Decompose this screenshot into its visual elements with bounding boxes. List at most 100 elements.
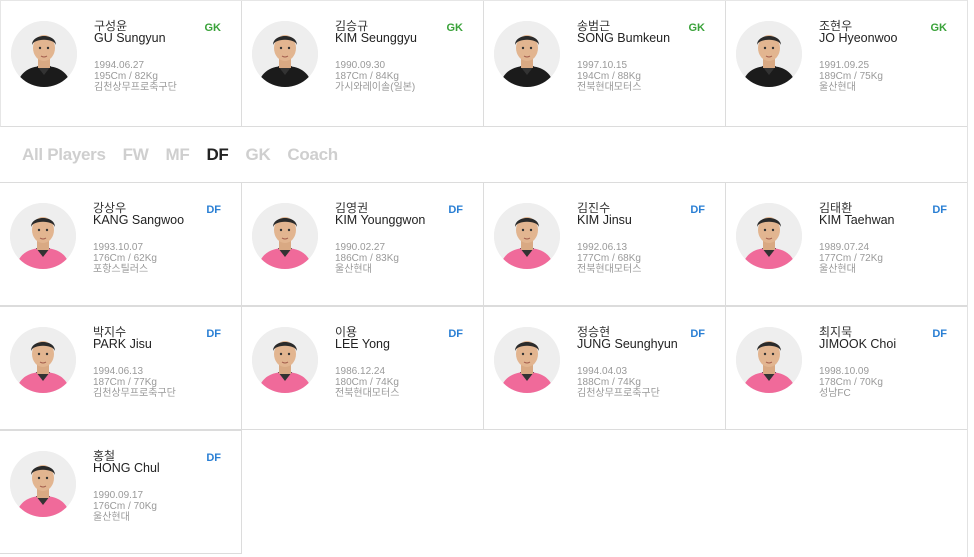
- height-weight: 188Cm / 74Kg: [577, 377, 641, 388]
- position-badge: DF: [690, 204, 705, 216]
- player-portrait-icon: [494, 21, 560, 87]
- position-badge: DF: [932, 204, 947, 216]
- player-info: 1993.10.07 176Cm / 62Kg 포항스틸러스: [93, 242, 157, 275]
- position-badge: DF: [448, 328, 463, 340]
- player-english-name: JO Hyeonwoo: [819, 31, 898, 45]
- player-english-name: KANG Sangwoo: [93, 213, 185, 227]
- player-info: 1990.02.27 186Cm / 83Kg 울산현대: [335, 242, 399, 275]
- height-weight: 177Cm / 72Kg: [819, 253, 883, 264]
- player-info: 1998.10.09 178Cm / 70Kg 성남FC: [819, 366, 883, 399]
- position-badge: DF: [932, 328, 947, 340]
- tab-all-players[interactable]: All Players: [22, 145, 106, 165]
- height-weight: 176Cm / 62Kg: [93, 253, 157, 264]
- player-photo: [252, 203, 318, 269]
- player-info: 1994.06.13 187Cm / 77Kg 김천상무프로축구단: [93, 366, 176, 399]
- player-english-name: JUNG Seunghyun: [577, 337, 678, 351]
- player-info: 1994.06.27 195Cm / 82Kg 김천상무프로축구단: [94, 60, 177, 93]
- player-portrait-icon: [10, 451, 76, 517]
- player-photo: [252, 21, 318, 87]
- player-portrait-icon: [736, 327, 802, 393]
- player-card[interactable]: 김태환 KIM Taehwan DF 1989.07.24 177Cm / 72…: [726, 182, 968, 306]
- club-name: 울산현대: [335, 264, 372, 275]
- position-filter-tabs: All Players FW MF DF GK Coach: [22, 145, 338, 165]
- height-weight: 194Cm / 88Kg: [577, 71, 641, 82]
- player-card[interactable]: 최지묵 JIMOOK Choi DF 1998.10.09 178Cm / 70…: [726, 306, 968, 430]
- player-english-name: SONG Bumkeun: [577, 31, 671, 45]
- player-portrait-icon: [10, 203, 76, 269]
- player-info: 1997.10.15 194Cm / 88Kg 전북현대모터스: [577, 60, 641, 93]
- player-photo: [736, 21, 802, 87]
- player-english-name: KIM Younggwon: [335, 213, 426, 227]
- birth-date: 1989.07.24: [819, 242, 870, 253]
- position-badge: GK: [930, 22, 948, 34]
- player-portrait-icon: [11, 21, 77, 87]
- birth-date: 1991.09.25: [819, 60, 870, 71]
- birth-date: 1997.10.15: [577, 60, 628, 71]
- player-card[interactable]: 김승규 KIM Seunggyu GK 1990.09.30 187Cm / 8…: [242, 1, 484, 127]
- player-info: 1990.09.30 187Cm / 84Kg 가시와레이솔(일본): [335, 60, 415, 93]
- player-english-name: PARK Jisu: [93, 337, 152, 351]
- position-badge: DF: [206, 328, 221, 340]
- club-name: 김천상무프로축구단: [93, 388, 176, 399]
- player-english-name: GU Sungyun: [94, 31, 166, 45]
- height-weight: 180Cm / 74Kg: [335, 377, 399, 388]
- player-portrait-icon: [494, 327, 560, 393]
- birth-date: 1990.09.17: [93, 490, 144, 501]
- tab-fw[interactable]: FW: [123, 145, 149, 165]
- height-weight: 189Cm / 75Kg: [819, 71, 883, 82]
- defender-row-2: 박지수 PARK Jisu DF 1994.06.13 187Cm / 77Kg…: [0, 306, 968, 430]
- tab-mf[interactable]: MF: [166, 145, 190, 165]
- player-card[interactable]: 이용 LEE Yong DF 1986.12.24 180Cm / 74Kg 전…: [242, 306, 484, 430]
- club-name: 포항스틸러스: [93, 264, 149, 275]
- player-info: 1992.06.13 177Cm / 68Kg 전북현대모터스: [577, 242, 641, 275]
- page-edge-divider: [967, 0, 968, 557]
- position-badge: DF: [690, 328, 705, 340]
- player-card[interactable]: 송범근 SONG Bumkeun GK 1997.10.15 194Cm / 8…: [484, 1, 726, 127]
- player-card[interactable]: 강상우 KANG Sangwoo DF 1993.10.07 176Cm / 6…: [0, 182, 242, 306]
- player-photo: [494, 327, 560, 393]
- player-card[interactable]: 김영권 KIM Younggwon DF 1990.02.27 186Cm / …: [242, 182, 484, 306]
- defender-row-3: 홍철 HONG Chul DF 1990.09.17 176Cm / 70Kg …: [0, 430, 968, 554]
- player-photo: [10, 451, 76, 517]
- tab-df[interactable]: DF: [206, 145, 228, 165]
- club-name: 전북현대모터스: [577, 82, 642, 93]
- position-badge: DF: [206, 204, 221, 216]
- birth-date: 1994.04.03: [577, 366, 628, 377]
- player-card[interactable]: 조현우 JO Hyeonwoo GK 1991.09.25 189Cm / 75…: [726, 1, 968, 127]
- height-weight: 187Cm / 77Kg: [93, 377, 157, 388]
- player-english-name: KIM Seunggyu: [335, 31, 417, 45]
- player-card[interactable]: 구성윤 GU Sungyun GK 1994.06.27 195Cm / 82K…: [0, 1, 242, 127]
- position-badge: GK: [446, 22, 464, 34]
- player-portrait-icon: [252, 327, 318, 393]
- player-card[interactable]: 정승현 JUNG Seunghyun DF 1994.04.03 188Cm /…: [484, 306, 726, 430]
- position-badge: GK: [204, 22, 222, 34]
- birth-date: 1998.10.09: [819, 366, 870, 377]
- player-photo: [252, 327, 318, 393]
- player-portrait-icon: [736, 203, 802, 269]
- player-english-name: HONG Chul: [93, 461, 160, 475]
- tab-coach[interactable]: Coach: [287, 145, 338, 165]
- birth-date: 1986.12.24: [335, 366, 386, 377]
- position-badge: DF: [448, 204, 463, 216]
- player-card[interactable]: 박지수 PARK Jisu DF 1994.06.13 187Cm / 77Kg…: [0, 306, 242, 430]
- birth-date: 1994.06.27: [94, 60, 145, 71]
- player-english-name: KIM Taehwan: [819, 213, 895, 227]
- player-portrait-icon: [494, 203, 560, 269]
- player-info: 1990.09.17 176Cm / 70Kg 울산현대: [93, 490, 157, 523]
- tab-gk[interactable]: GK: [246, 145, 271, 165]
- club-name: 전북현대모터스: [577, 264, 642, 275]
- player-photo: [10, 327, 76, 393]
- player-card[interactable]: 홍철 HONG Chul DF 1990.09.17 176Cm / 70Kg …: [0, 430, 242, 554]
- player-photo: [494, 203, 560, 269]
- birth-date: 1994.06.13: [93, 366, 144, 377]
- position-badge: DF: [206, 452, 221, 464]
- position-badge: GK: [688, 22, 706, 34]
- player-photo: [736, 203, 802, 269]
- height-weight: 186Cm / 83Kg: [335, 253, 399, 264]
- player-portrait-icon: [736, 21, 802, 87]
- height-weight: 178Cm / 70Kg: [819, 377, 883, 388]
- player-info: 1989.07.24 177Cm / 72Kg 울산현대: [819, 242, 883, 275]
- club-name: 울산현대: [93, 512, 130, 523]
- club-name: 전북현대모터스: [335, 388, 400, 399]
- player-card[interactable]: 김진수 KIM Jinsu DF 1992.06.13 177Cm / 68Kg…: [484, 182, 726, 306]
